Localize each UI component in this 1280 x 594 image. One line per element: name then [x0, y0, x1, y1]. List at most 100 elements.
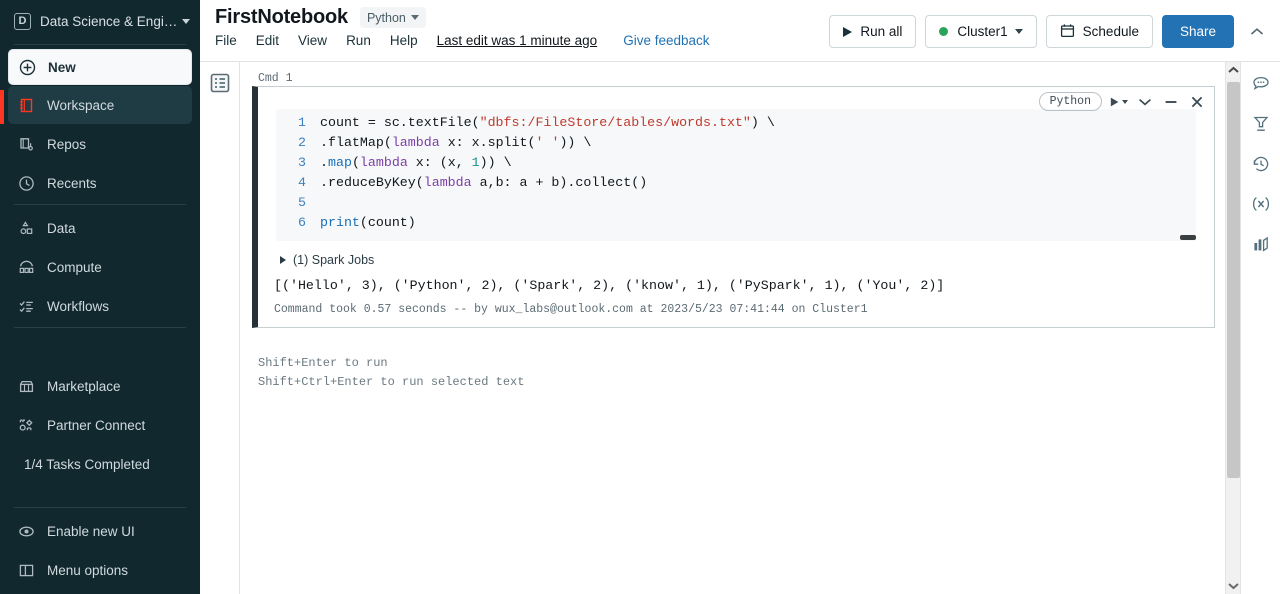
code-line[interactable]: 4 .reduceByKey(lambda a,b: a + b).collect…	[276, 173, 1196, 193]
sidebar-divider	[14, 44, 186, 45]
calendar-icon	[1060, 23, 1075, 41]
menu-edit[interactable]: Edit	[256, 33, 279, 48]
sidebar-item-marketplace[interactable]: Marketplace	[8, 367, 192, 405]
notebook-canvas: Cmd 1 Python 1 count = sc.textFile("dbfs:…	[241, 62, 1240, 594]
menu-file[interactable]: File	[215, 33, 237, 48]
spark-jobs-toggle[interactable]: (1) Spark Jobs	[258, 241, 1214, 267]
chevron-down-icon[interactable]	[1135, 92, 1154, 111]
notebook-cell[interactable]: Python 1 count = sc.textFile("dbfs:/FileS…	[252, 86, 1215, 328]
right-rail	[1240, 62, 1280, 594]
code-line-text: count = sc.textFile("dbfs:/FileStore/tab…	[320, 113, 775, 133]
chevron-up-icon	[1250, 27, 1264, 35]
hint-shift-ctrl-enter: Shift+Ctrl+Enter to run selected text	[258, 375, 525, 389]
sidebar-item-menu-options[interactable]: Menu options	[8, 551, 192, 589]
line-number: 5	[298, 195, 306, 210]
code-token: )) \	[559, 135, 592, 150]
code-editor[interactable]: 1 count = sc.textFile("dbfs:/FileStore/ta…	[276, 109, 1196, 241]
tasks-completed-status[interactable]: 1/4 Tasks Completed	[8, 445, 192, 483]
sidebar-bottom: Enable new UI Menu options	[0, 505, 200, 590]
repos-icon	[16, 134, 36, 154]
workflows-icon	[16, 296, 36, 316]
clock-icon	[16, 173, 36, 193]
code-token: .	[320, 155, 328, 170]
play-icon	[843, 26, 853, 37]
menu-run[interactable]: Run	[346, 33, 371, 48]
page-title[interactable]: FirstNotebook	[215, 6, 348, 29]
menu-help[interactable]: Help	[390, 33, 418, 48]
sidebar-item-data[interactable]: Data	[8, 209, 192, 247]
minimize-cell-icon[interactable]	[1161, 92, 1180, 111]
run-hints: Shift+Enter to run Shift+Ctrl+Enter to r…	[258, 354, 1240, 392]
code-lines[interactable]: 1 count = sc.textFile("dbfs:/FileStore/ta…	[276, 109, 1196, 233]
filter-icon[interactable]	[1241, 106, 1280, 142]
variable-explorer-icon[interactable]	[1241, 186, 1280, 222]
code-token: a,b: a + b).collect()	[471, 175, 648, 190]
sidebar-item-repos[interactable]: Repos	[8, 125, 192, 163]
sidebar-item-partner-connect[interactable]: Partner Connect	[8, 406, 192, 444]
header-actions: Run all Cluster1 Schedule Share	[820, 15, 1268, 48]
code-token: "dbfs:/FileStore/tables/words.txt"	[479, 115, 751, 130]
delete-cell-icon[interactable]	[1187, 92, 1206, 111]
cell-language-label: Python	[1049, 95, 1091, 108]
notebook-language-selector[interactable]: Python	[359, 7, 426, 28]
sidebar-item-label: Repos	[47, 136, 87, 152]
code-line[interactable]: 5	[276, 193, 1196, 213]
spark-jobs-label: (1) Spark Jobs	[293, 253, 375, 267]
data-profile-icon[interactable]	[1241, 226, 1280, 262]
data-icon	[16, 218, 36, 238]
code-token: count = sc.textFile(	[320, 115, 480, 130]
code-token: ) \	[750, 115, 775, 130]
code-line-text: .flatMap(lambda x: x.split(' ')) \	[320, 133, 591, 153]
run-cell-icon[interactable]	[1109, 92, 1128, 111]
code-editor-horizontal-scrollbar[interactable]	[276, 233, 1196, 241]
cell-language-pill[interactable]: Python	[1038, 92, 1102, 111]
share-button[interactable]: Share	[1161, 15, 1234, 48]
code-editor-vertical-scrollbar[interactable]	[1188, 109, 1196, 241]
last-edit-link[interactable]: Last edit was 1 minute ago	[437, 33, 598, 48]
cell-output: [('Hello', 3), ('Python', 2), ('Spark', …	[274, 278, 945, 293]
chevron-down-icon	[182, 18, 190, 24]
revision-history-icon[interactable]	[1241, 146, 1280, 182]
scrollbar-thumb[interactable]	[1227, 82, 1240, 478]
run-all-button[interactable]: Run all	[829, 15, 917, 48]
cluster-label: Cluster1	[957, 24, 1008, 39]
scroll-up-button[interactable]	[1226, 62, 1241, 78]
code-line-text: print(count)	[320, 213, 416, 233]
sidebar-item-enable-new-ui[interactable]: Enable new UI	[8, 512, 192, 550]
scroll-down-button[interactable]	[1226, 578, 1241, 594]
code-token: print	[320, 215, 360, 230]
code-token: (count)	[359, 215, 416, 230]
workspace-switcher[interactable]: D Data Science & Engi…	[0, 0, 200, 42]
scrollbar-thumb[interactable]	[1180, 235, 1196, 240]
code-token: 1	[471, 155, 480, 170]
schedule-button[interactable]: Schedule	[1045, 15, 1153, 48]
chevron-down-icon	[1014, 29, 1023, 34]
table-of-contents-icon[interactable]	[209, 72, 231, 94]
code-line[interactable]: 3 .map(lambda x: (x, 1)) \	[276, 153, 1196, 173]
give-feedback-link[interactable]: Give feedback	[623, 33, 709, 48]
sidebar-item-workflows[interactable]: Workflows	[8, 287, 192, 325]
code-token: .flatMap(	[320, 135, 392, 150]
sidebar-item-label: Menu options	[47, 562, 129, 578]
page-scrollbar[interactable]	[1225, 62, 1240, 594]
workspace-badge: D	[14, 12, 31, 30]
code-line[interactable]: 2 .flatMap(lambda x: x.split(' ')) \	[276, 133, 1196, 153]
menu-view[interactable]: View	[298, 33, 327, 48]
collapse-header-button[interactable]	[1246, 19, 1268, 45]
sidebar-active-accent	[0, 90, 4, 124]
partner-connect-icon	[16, 415, 36, 435]
sidebar-item-compute[interactable]: Compute	[8, 248, 192, 286]
sidebar-item-workspace[interactable]: Workspace	[8, 86, 192, 124]
code-token: map	[327, 155, 352, 170]
code-token: (	[351, 155, 360, 170]
eye-toggle-icon	[16, 521, 36, 541]
sidebar-item-recents[interactable]: Recents	[8, 164, 192, 202]
notebook-language-label: Python	[366, 10, 406, 25]
comments-icon[interactable]	[1241, 66, 1280, 102]
code-line[interactable]: 6 print(count)	[276, 213, 1196, 233]
cluster-selector[interactable]: Cluster1	[925, 15, 1037, 48]
sidebar-item-new[interactable]: New	[8, 49, 192, 85]
code-line[interactable]: 1 count = sc.textFile("dbfs:/FileStore/ta…	[276, 113, 1196, 133]
code-token: lambda	[391, 135, 440, 150]
